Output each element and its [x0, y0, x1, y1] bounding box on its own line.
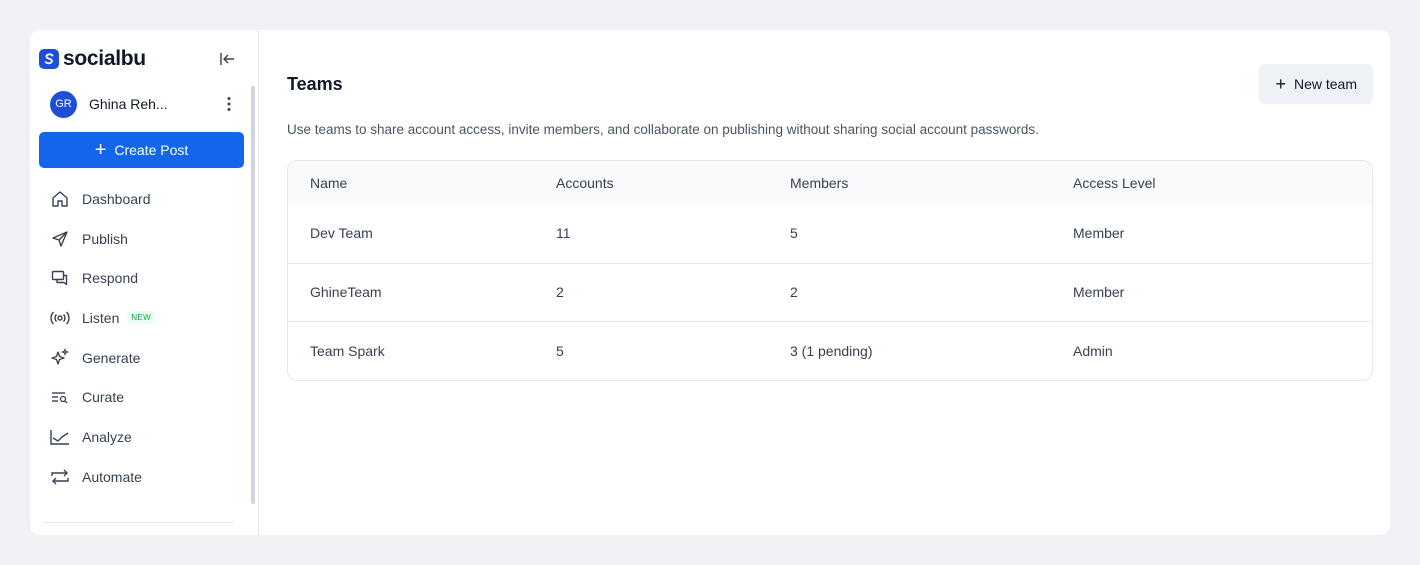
- sidebar-scrollbar[interactable]: [251, 86, 255, 504]
- team-access-level: Member: [1073, 284, 1125, 301]
- plus-icon: +: [1275, 74, 1286, 94]
- sidebar-divider: [43, 522, 234, 523]
- team-members: 2: [790, 284, 798, 301]
- table-row[interactable]: Dev Team 11 5 Member: [288, 204, 1372, 263]
- sidebar-nav: Dashboard Publish Respond Listen NEW Gen…: [30, 179, 258, 497]
- main-header: Teams + New team: [287, 64, 1373, 104]
- team-access-level: Member: [1073, 225, 1125, 242]
- avatar: GR: [50, 90, 77, 118]
- sidebar-item-listen[interactable]: Listen NEW: [30, 298, 258, 338]
- create-post-button[interactable]: + Create Post: [39, 132, 244, 168]
- chart-line-icon: [50, 427, 70, 447]
- brand-name: socialbu: [63, 46, 146, 70]
- home-icon: [50, 189, 70, 209]
- broadcast-icon: [50, 308, 70, 328]
- plus-icon: +: [94, 139, 107, 161]
- socialbu-logo-icon: [39, 48, 59, 69]
- sidebar-item-dashboard[interactable]: Dashboard: [30, 179, 258, 219]
- table-row[interactable]: Team Spark 5 3 (1 pending) Admin: [288, 321, 1372, 380]
- team-accounts: 5: [556, 342, 564, 359]
- team-name: Team Spark: [310, 342, 385, 359]
- table-header: Name Accounts Members Access Level: [288, 161, 1372, 204]
- user-row[interactable]: GR Ghina Reh...: [30, 89, 258, 119]
- page-description: Use teams to share account access, invit…: [287, 122, 1039, 137]
- send-icon: [50, 229, 70, 249]
- table-row[interactable]: GhineTeam 2 2 Member: [288, 262, 1372, 322]
- sidebar-item-publish[interactable]: Publish: [30, 219, 258, 259]
- repeat-icon: [50, 467, 70, 487]
- header-accounts: Accounts: [556, 174, 614, 191]
- header-access-level: Access Level: [1073, 174, 1156, 191]
- filter-search-icon: [50, 387, 70, 407]
- table-body: Dev Team 11 5 Member GhineTeam 2 2 Membe…: [288, 204, 1372, 380]
- team-members: 3 (1 pending): [790, 342, 873, 359]
- header-name: Name: [310, 174, 348, 191]
- new-team-button[interactable]: + New team: [1259, 64, 1373, 104]
- collapse-sidebar-icon[interactable]: [218, 50, 236, 68]
- brand-row: socialbu: [30, 30, 258, 72]
- team-members: 5: [790, 225, 798, 242]
- app-window: socialbu GR Ghina Reh... + Create Post D…: [30, 30, 1390, 535]
- sidebar-item-analyze[interactable]: Analyze: [30, 417, 258, 457]
- team-access-level: Admin: [1073, 342, 1113, 359]
- team-accounts: 11: [556, 225, 571, 242]
- page-title: Teams: [287, 73, 343, 94]
- teams-table: Name Accounts Members Access Level Dev T…: [287, 160, 1373, 381]
- main-content: Teams + New team Use teams to share acco…: [259, 30, 1390, 535]
- create-post-label: Create Post: [114, 142, 189, 158]
- chat-icon: [50, 268, 70, 288]
- new-team-label: New team: [1293, 76, 1357, 92]
- sparkle-icon: [50, 347, 70, 368]
- more-options-icon[interactable]: [223, 94, 235, 114]
- brand[interactable]: socialbu: [39, 47, 146, 71]
- sidebar-item-generate[interactable]: Generate: [30, 338, 258, 378]
- sidebar-item-curate[interactable]: Curate: [30, 377, 258, 417]
- header-members: Members: [790, 174, 849, 191]
- sidebar-item-automate[interactable]: Automate: [30, 457, 258, 497]
- sidebar: socialbu GR Ghina Reh... + Create Post D…: [30, 30, 259, 535]
- user-name: Ghina Reh...: [89, 96, 168, 112]
- team-accounts: 2: [556, 284, 564, 301]
- team-name: Dev Team: [310, 225, 373, 242]
- team-name: GhineTeam: [310, 284, 382, 301]
- new-badge: NEW: [127, 311, 155, 325]
- sidebar-item-respond[interactable]: Respond: [30, 258, 258, 298]
